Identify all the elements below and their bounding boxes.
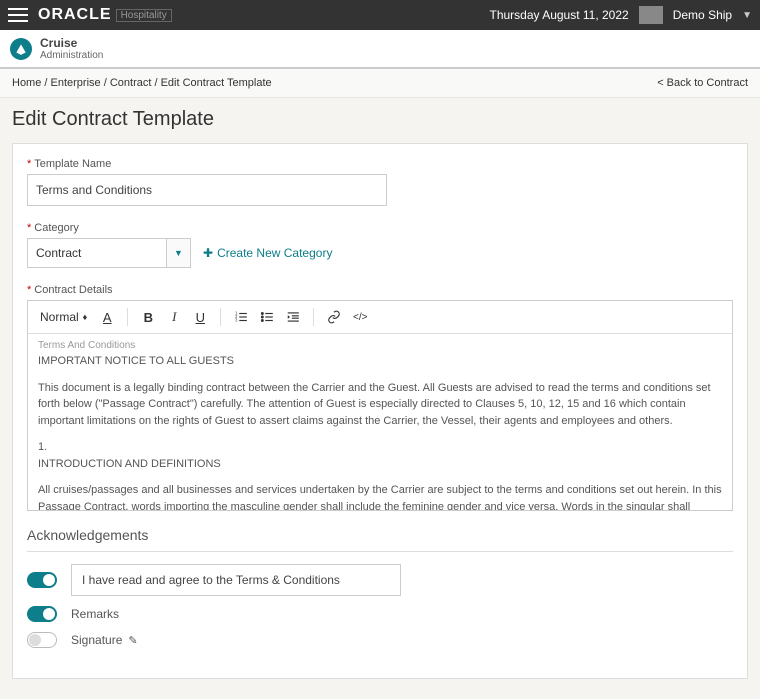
signature-toggle[interactable] <box>27 632 57 648</box>
divider <box>27 551 733 552</box>
breadcrumb-current: Edit Contract Template <box>161 77 272 89</box>
menu-icon[interactable] <box>8 8 28 22</box>
editor-line: Terms And Conditions <box>38 338 722 353</box>
breadcrumb-contract[interactable]: Contract <box>110 77 152 89</box>
ship-icon <box>10 38 32 60</box>
breadcrumb: Home / Enterprise / Contract / Edit Cont… <box>0 69 760 98</box>
content: Edit Contract Template *Template Name *C… <box>0 98 760 699</box>
editor-para: This document is a legally binding contr… <box>38 380 722 430</box>
brand-sub: Hospitality <box>116 9 172 22</box>
category-value: Contract <box>27 238 167 268</box>
terms-toggle[interactable] <box>27 572 57 588</box>
breadcrumb-enterprise[interactable]: Enterprise <box>51 77 101 89</box>
topbar: ORACLE Hospitality Thursday August 11, 2… <box>0 0 760 30</box>
italic-icon[interactable]: I <box>164 307 184 327</box>
ship-name: Demo Ship <box>673 8 732 22</box>
signature-label: Signature ✎ <box>71 633 138 647</box>
list-bullet-icon[interactable] <box>257 307 277 327</box>
category-label: *Category <box>27 222 733 234</box>
template-name-input[interactable] <box>27 174 387 206</box>
form-panel: *Template Name *Category Contract ▼ ✚ Cr… <box>12 143 748 679</box>
create-category-button[interactable]: ✚ Create New Category <box>203 246 332 260</box>
template-name-label: *Template Name <box>27 158 733 170</box>
back-link[interactable]: < Back to Contract <box>657 77 748 89</box>
editor-body[interactable]: Terms And Conditions IMPORTANT NOTICE TO… <box>28 334 732 510</box>
app-title: Cruise <box>40 36 103 50</box>
code-icon[interactable]: </> <box>350 307 370 327</box>
font-color-icon[interactable]: A <box>97 307 117 327</box>
underline-icon[interactable]: U <box>190 307 210 327</box>
bold-icon[interactable]: B <box>138 307 158 327</box>
pencil-icon[interactable]: ✎ <box>128 634 137 647</box>
rich-text-editor: Normal♦ A B I U 123 <box>27 300 733 511</box>
svg-text:3: 3 <box>235 318 238 323</box>
category-select[interactable]: Contract ▼ <box>27 238 191 268</box>
terms-text-input[interactable]: I have read and agree to the Terms & Con… <box>71 564 401 596</box>
contract-details-label: *Contract Details <box>27 284 733 296</box>
format-select[interactable]: Normal♦ <box>36 308 91 326</box>
editor-line: IMPORTANT NOTICE TO ALL GUESTS <box>38 353 722 370</box>
list-ordered-icon[interactable]: 123 <box>231 307 251 327</box>
indent-icon[interactable] <box>283 307 303 327</box>
editor-heading: INTRODUCTION AND DEFINITIONS <box>38 456 722 473</box>
remarks-label: Remarks <box>71 607 119 621</box>
app-subtitle: Administration <box>40 50 103 61</box>
acknowledgements-title: Acknowledgements <box>27 527 733 543</box>
current-date: Thursday August 11, 2022 <box>490 8 629 22</box>
editor-toolbar: Normal♦ A B I U 123 <box>28 301 732 334</box>
editor-para: All cruises/passages and all businesses … <box>38 482 722 510</box>
editor-num: 1. <box>38 439 722 456</box>
subheader: Cruise Administration <box>0 30 760 69</box>
link-icon[interactable] <box>324 307 344 327</box>
chevron-down-icon[interactable]: ▼ <box>742 10 752 21</box>
breadcrumb-home[interactable]: Home <box>12 77 41 89</box>
avatar <box>639 6 663 24</box>
remarks-toggle[interactable] <box>27 606 57 622</box>
brand-logo: ORACLE <box>38 6 112 24</box>
acknowledgements-section: Acknowledgements I have read and agree t… <box>27 527 733 648</box>
plus-icon: ✚ <box>203 246 213 260</box>
chevron-down-icon[interactable]: ▼ <box>167 238 191 268</box>
page-title: Edit Contract Template <box>12 108 748 131</box>
